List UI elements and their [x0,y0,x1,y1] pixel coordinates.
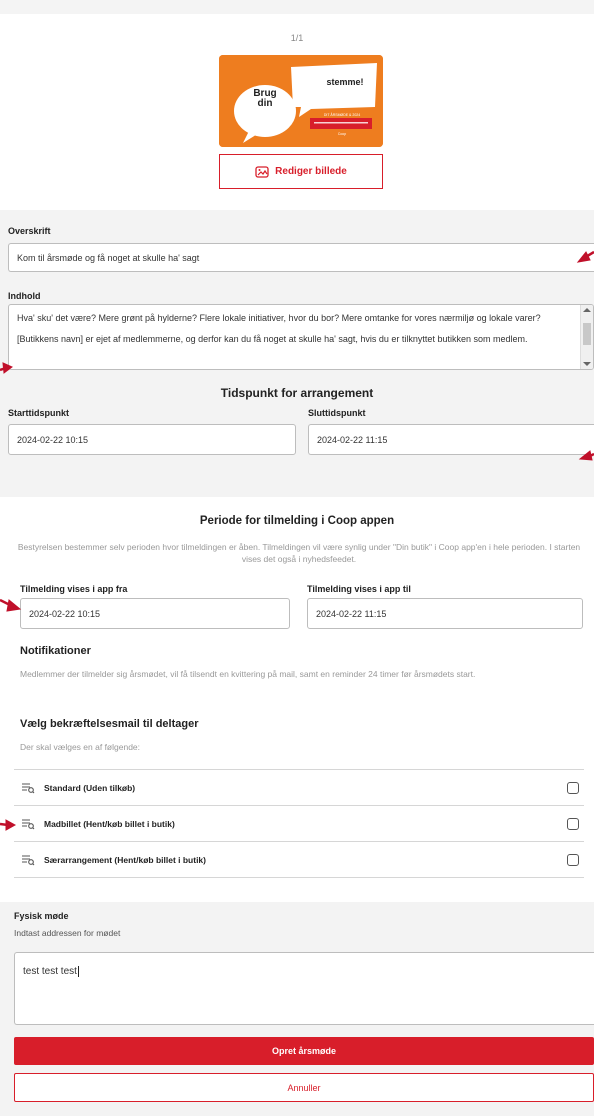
annotation-arrow-heading [576,250,594,263]
annotation-arrow-signup-from [0,598,22,612]
annotation-arrows [0,250,594,831]
annotation-arrow-madbillet [0,819,17,831]
annotation-arrow-end-time [578,450,594,461]
annotation-arrow-content [0,362,13,374]
